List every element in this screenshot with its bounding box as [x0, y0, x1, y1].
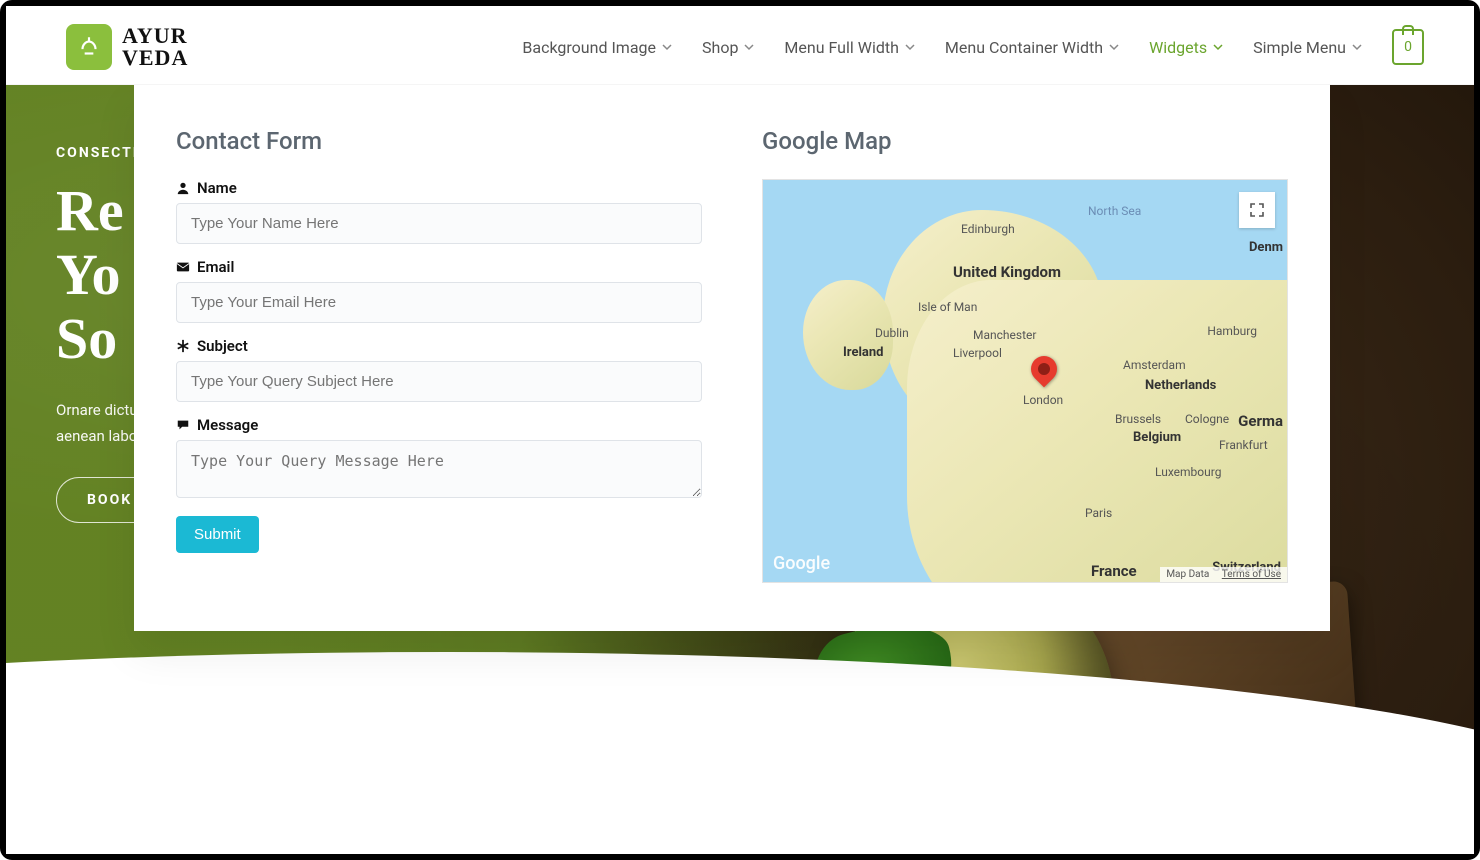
nav-item-label: Menu Full Width — [784, 38, 898, 57]
map-label-manchester: Manchester — [973, 328, 1036, 342]
fullscreen-icon — [1249, 202, 1265, 218]
map-heading: Google Map — [762, 127, 1288, 155]
chevron-down-icon — [744, 42, 754, 52]
map-label-hamburg: Hamburg — [1207, 324, 1257, 338]
cart-count: 0 — [1404, 39, 1412, 55]
map-label-paris: Paris — [1085, 506, 1112, 520]
google-map[interactable]: North Sea Edinburgh United Kingdom Isle … — [762, 179, 1288, 583]
primary-nav: Background Image Shop Menu Full Width Me… — [522, 29, 1424, 65]
logo-line1: AYUR — [122, 25, 188, 47]
nav-background-image[interactable]: Background Image — [522, 38, 672, 57]
page-bottom-strip — [6, 754, 1474, 854]
form-group-name: Name — [176, 179, 702, 244]
map-label-ireland: Ireland — [843, 345, 883, 360]
email-input[interactable] — [176, 282, 702, 323]
hero-section: CONSECTE Re Yo So Ornare dictu aenean la… — [6, 85, 1474, 755]
map-label-edinburgh: Edinburgh — [961, 222, 1015, 236]
cta-label: BOOK — [87, 492, 132, 508]
nav-menu-full-width[interactable]: Menu Full Width — [784, 38, 914, 57]
site-logo[interactable]: AYUR VEDA — [66, 24, 188, 70]
cart-button[interactable]: 0 — [1392, 29, 1424, 65]
map-terms-link[interactable]: Terms of Use — [1222, 569, 1281, 580]
map-data-link[interactable]: Map Data — [1166, 569, 1209, 580]
chevron-down-icon — [662, 42, 672, 52]
nav-menu-container-width[interactable]: Menu Container Width — [945, 38, 1119, 57]
site-header: AYUR VEDA Background Image Shop Menu Ful… — [6, 6, 1474, 85]
map-fullscreen-button[interactable] — [1239, 192, 1275, 228]
subject-input[interactable] — [176, 361, 702, 402]
label-text: Email — [197, 258, 234, 276]
label-text: Name — [197, 179, 237, 197]
nav-item-label: Menu Container Width — [945, 38, 1103, 57]
map-label-dublin: Dublin — [875, 326, 909, 340]
map-label-london: London — [1023, 393, 1063, 407]
submit-label: Submit — [194, 526, 241, 543]
map-label-amsterdam: Amsterdam — [1123, 358, 1186, 372]
map-google-logo: Google — [773, 553, 830, 574]
widgets-mega-panel: Contact Form Name Email Subject — [134, 85, 1330, 631]
label-text: Message — [197, 416, 258, 434]
map-label-isle-of-man: Isle of Man — [918, 300, 977, 314]
nav-item-label: Simple Menu — [1253, 38, 1346, 57]
logo-icon — [66, 24, 112, 70]
map-column: Google Map North Sea Edinburgh United Ki… — [762, 127, 1288, 583]
logo-text: AYUR VEDA — [122, 25, 188, 69]
asterisk-icon — [176, 339, 190, 353]
nav-item-label: Widgets — [1149, 38, 1207, 57]
map-label-luxembourg: Luxembourg — [1155, 465, 1221, 479]
nav-widgets[interactable]: Widgets — [1149, 38, 1223, 57]
logo-line2: VEDA — [122, 47, 188, 69]
map-label-netherlands: Netherlands — [1145, 378, 1216, 393]
form-group-message: Message — [176, 416, 702, 502]
map-label-france: France — [1091, 562, 1137, 580]
contact-form-column: Contact Form Name Email Subject — [176, 127, 702, 583]
label-text: Subject — [197, 337, 248, 355]
chevron-down-icon — [905, 42, 915, 52]
map-attribution: Map Data Terms of Use — [1160, 567, 1287, 582]
subject-label: Subject — [176, 337, 702, 355]
name-input[interactable] — [176, 203, 702, 244]
form-group-subject: Subject — [176, 337, 702, 402]
nav-item-label: Shop — [702, 38, 738, 57]
chevron-down-icon — [1109, 42, 1119, 52]
envelope-icon — [176, 260, 190, 274]
nav-item-label: Background Image — [522, 38, 656, 57]
map-label-belgium: Belgium — [1133, 430, 1181, 445]
user-icon — [176, 181, 190, 195]
name-label: Name — [176, 179, 702, 197]
chevron-down-icon — [1352, 42, 1362, 52]
map-label-frankfurt: Frankfurt — [1219, 438, 1268, 452]
message-label: Message — [176, 416, 702, 434]
map-label-denmark: Denm — [1249, 240, 1283, 255]
nav-simple-menu[interactable]: Simple Menu — [1253, 38, 1362, 57]
map-label-brussels: Brussels — [1115, 412, 1161, 426]
email-label: Email — [176, 258, 702, 276]
map-label-uk: United Kingdom — [953, 264, 1061, 281]
map-label-north-sea: North Sea — [1088, 204, 1141, 218]
chevron-down-icon — [1213, 42, 1223, 52]
nav-shop[interactable]: Shop — [702, 38, 754, 57]
form-group-email: Email — [176, 258, 702, 323]
submit-button[interactable]: Submit — [176, 516, 259, 553]
map-label-germany: Germa — [1238, 412, 1283, 430]
map-label-liverpool: Liverpool — [953, 346, 1002, 360]
map-label-cologne: Cologne — [1185, 412, 1229, 426]
contact-form-heading: Contact Form — [176, 127, 702, 155]
message-textarea[interactable] — [176, 440, 702, 498]
speech-bubble-icon — [176, 418, 190, 432]
